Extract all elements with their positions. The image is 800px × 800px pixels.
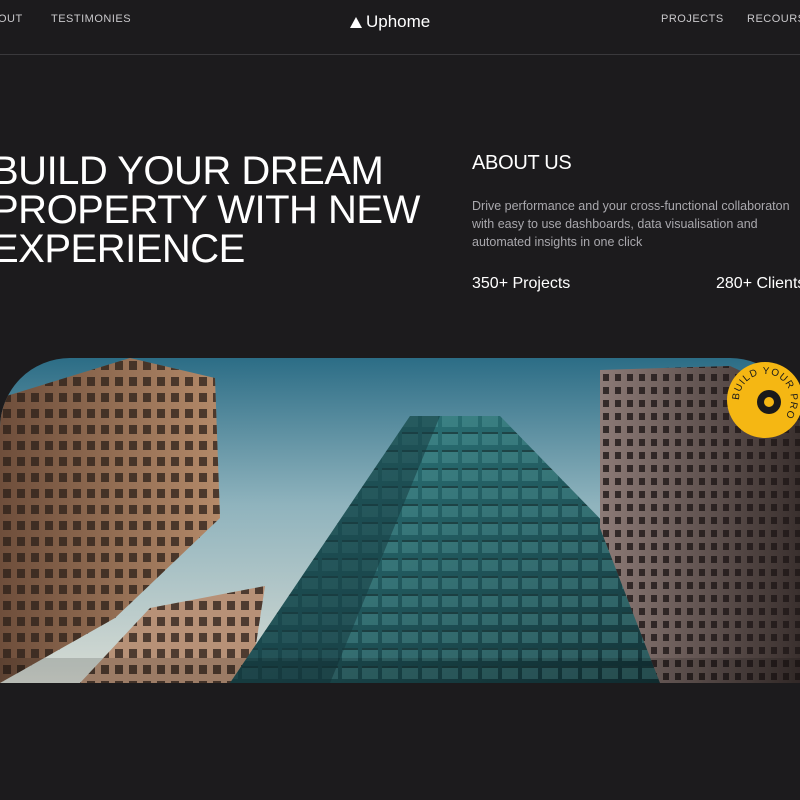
stat-clients: 280+ Clients xyxy=(716,275,800,292)
top-nav: OUT TESTIMONIES Uphome PROJECTS RECOURS xyxy=(0,0,800,55)
nav-link-about[interactable]: OUT xyxy=(0,13,23,25)
nav-link-projects[interactable]: PROJECTS xyxy=(661,13,724,25)
about-line: with easy to use dashboards, data visual… xyxy=(472,217,758,231)
about-line: automated insights in one click xyxy=(472,235,643,249)
logo[interactable]: Uphome xyxy=(350,12,430,32)
nav-link-resources[interactable]: RECOURS xyxy=(747,13,800,25)
about-description: Drive performance and your cross-functio… xyxy=(472,197,800,251)
hero-title: BUILD YOUR DREAM PROPERTY WITH NEW EXPER… xyxy=(0,149,420,271)
about-title: ABOUT US xyxy=(472,152,572,174)
stat-projects: 350+ Projects xyxy=(472,275,571,292)
hero-building-image xyxy=(0,358,800,683)
about-line: Drive performance and your cross-functio… xyxy=(472,199,790,213)
triangle-logo-icon xyxy=(350,16,362,28)
skyscraper-photo xyxy=(0,358,800,683)
nav-link-testimonies[interactable]: TESTIMONIES xyxy=(51,13,131,25)
logo-text: Uphome xyxy=(366,12,431,31)
badge-dot-icon xyxy=(764,397,774,407)
